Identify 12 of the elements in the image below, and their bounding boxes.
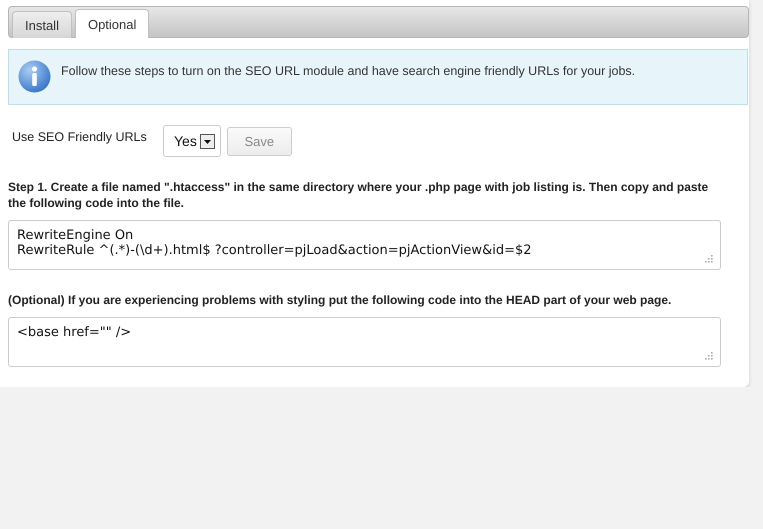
code-textarea[interactable]: <base href="" /> <box>8 317 721 367</box>
instruction-text: Step 1. Create a file named ".htaccess" in the same directory where your .php page with job listing is. Then copy and paste the following code into the file. <box>8 179 710 211</box>
resize-grip-icon <box>703 350 713 360</box>
seo-select[interactable]: Yes <box>163 125 221 157</box>
notice-text: Follow these steps to turn on the SEO URL module and have search engine friendly URLs for your jobs. <box>61 64 636 78</box>
resize-grip-icon <box>703 253 713 263</box>
tab[interactable]: Install <box>12 11 72 38</box>
instruction-text: (Optional) If you are experiencing problems with styling put the following code into the HEAD part of your web page. <box>8 292 672 308</box>
setting-label: Use SEO Friendly URLs <box>12 130 148 144</box>
code-textarea[interactable]: RewriteEngine On RewriteRule ^(.*)-(\d+).html$ ?controller=pjLoad&action=pjActionView&id=$2 <box>8 220 721 270</box>
info-icon <box>18 60 51 93</box>
tab[interactable]: Optional <box>74 9 150 38</box>
